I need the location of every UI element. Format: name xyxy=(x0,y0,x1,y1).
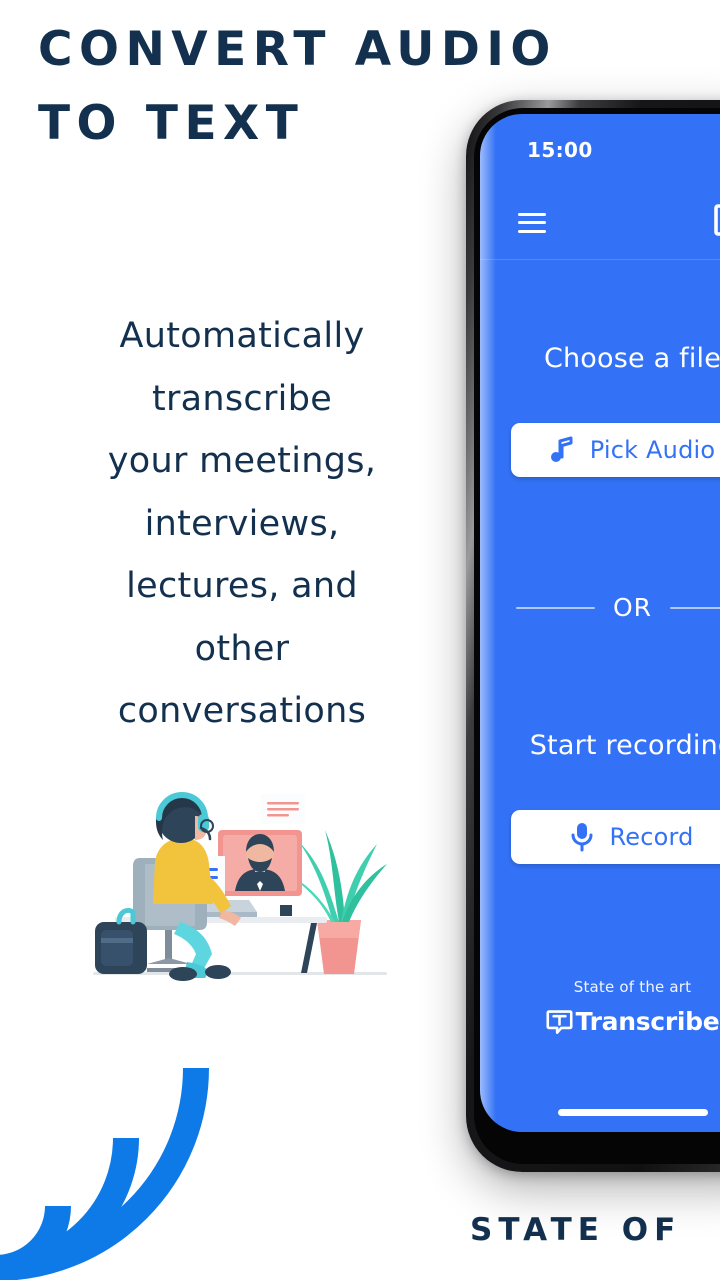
footer-brand: Transcribe xyxy=(480,1007,720,1036)
sound-arc-inner xyxy=(0,1205,71,1280)
microphone-icon xyxy=(571,822,593,852)
or-divider: OR xyxy=(516,593,720,622)
start-recording-title: Start recording xyxy=(529,730,720,761)
choose-file-title: Choose a file xyxy=(543,343,720,374)
pick-audio-button-label: Pick Audio xyxy=(589,436,716,464)
subcopy-line: your meetings, xyxy=(107,441,377,481)
home-indicator-pill[interactable] xyxy=(557,1109,708,1116)
screen-content: Choose a file Pick Audio OR Start record… xyxy=(480,260,720,1132)
status-bar: 15:00 xyxy=(480,114,720,186)
headline-line-1: CONVERT AUDIO xyxy=(38,22,557,77)
footer-brand-name: Transcribe xyxy=(575,1007,720,1036)
transcribe-speech-bubble-logo xyxy=(546,1008,573,1035)
record-button[interactable]: Record xyxy=(510,810,720,864)
footer-tagline: State of the art xyxy=(573,978,692,996)
bottom-banner-text: STATE OF xyxy=(470,1212,682,1248)
hamburger-menu-icon[interactable] xyxy=(518,212,546,233)
subcopy-line: interviews, xyxy=(144,503,340,544)
subcopy-line: Automatically xyxy=(119,316,365,356)
or-label: OR xyxy=(612,593,653,622)
divider-rule-right xyxy=(670,606,720,609)
app-footer-branding: State of the art Transcribe xyxy=(480,978,720,1036)
subcopy-line: transcribe xyxy=(151,378,333,419)
transcribe-speech-bubble-logo xyxy=(713,200,720,246)
pick-audio-button[interactable]: Pick Audio xyxy=(510,423,720,477)
record-button-label: Record xyxy=(609,823,694,851)
person-at-desk-video-call-illustration xyxy=(85,772,395,992)
concentric-sound-wave-arcs xyxy=(0,1068,212,1280)
phone-mockup: 15:00 Choose a file Pick Audio OR Start … xyxy=(466,100,720,1172)
divider-rule-left xyxy=(516,606,595,609)
status-bar-time: 15:00 xyxy=(527,138,593,162)
subcopy-line: conversations xyxy=(117,691,367,731)
feature-graphic-canvas: CONVERT AUDIO TO TEXT Automatically tran… xyxy=(0,0,720,1280)
marketing-description: Automatically transcribe your meetings, … xyxy=(52,305,432,743)
subcopy-line: other xyxy=(194,628,290,669)
app-bar xyxy=(480,186,720,260)
music-note-icon xyxy=(550,436,574,464)
subcopy-line: lectures, and xyxy=(126,566,358,606)
phone-screen: 15:00 Choose a file Pick Audio OR Start … xyxy=(480,114,720,1132)
